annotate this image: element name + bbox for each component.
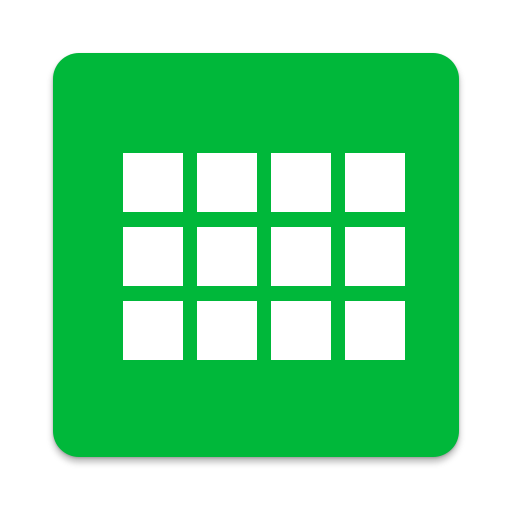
grid-tile — [345, 301, 405, 360]
grid-tile — [123, 227, 183, 286]
icon-canvas — [0, 0, 512, 512]
tile-grid — [123, 153, 405, 360]
grid-tile — [271, 153, 331, 212]
grid-tile — [345, 227, 405, 286]
grid-tile — [271, 301, 331, 360]
grid-tile — [345, 153, 405, 212]
grid-tile — [123, 301, 183, 360]
grid-tile — [123, 153, 183, 212]
grid-tile — [197, 153, 257, 212]
grid-tile — [197, 227, 257, 286]
grid-tile — [197, 301, 257, 360]
grid-tile — [271, 227, 331, 286]
grid-calendar-icon[interactable] — [53, 53, 459, 457]
